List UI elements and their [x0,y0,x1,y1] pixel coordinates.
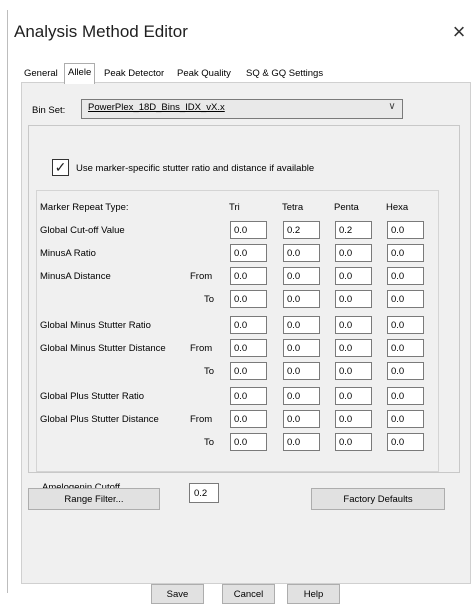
value-field[interactable]: 0.0 [335,244,372,262]
tab-general[interactable]: General [21,66,61,82]
value-field[interactable]: 0.0 [335,339,372,357]
tab-peak-detector[interactable]: Peak Detector [101,66,167,82]
row-sublabel: To [204,437,215,448]
row-sublabel: From [190,343,213,354]
value-field[interactable]: 0.0 [335,316,372,334]
value-field[interactable]: 0.0 [387,244,424,262]
value-field[interactable]: 0.0 [283,339,320,357]
value-field[interactable]: 0.0 [230,244,267,262]
row-sublabel: From [190,271,213,282]
value-field[interactable]: 0.2 [335,221,372,239]
bin-set-label: Bin Set: [32,105,66,116]
row-label: Global Minus Stutter Ratio [40,320,151,331]
value-field[interactable]: 0.0 [387,339,424,357]
title-bar: Analysis Method Editor × [8,10,475,50]
value-field[interactable]: 0.0 [230,267,267,285]
marker-settings-grid: Marker Repeat Type: Tri Tetra Penta Hexa… [36,190,439,472]
value-field[interactable]: 0.0 [283,290,320,308]
value-field[interactable]: 0.0 [335,362,372,380]
tab-allele[interactable]: Allele [64,63,96,84]
tab-sq-gq-settings[interactable]: SQ & GQ Settings [243,66,326,82]
value-field[interactable]: 0.0 [335,387,372,405]
row-label: Global Plus Stutter Distance [40,414,159,425]
stutter-checkbox-label: Use marker-specific stutter ratio and di… [76,163,315,174]
value-field[interactable]: 0.0 [387,267,424,285]
value-field[interactable]: 0.0 [387,387,424,405]
value-field[interactable]: 0.0 [387,362,424,380]
value-field[interactable]: 0.0 [230,316,267,334]
column-header: Penta [334,202,359,213]
tab-peak-quality[interactable]: Peak Quality [174,66,234,82]
stutter-checkbox[interactable]: ✓ [52,159,69,176]
allele-tab-panel: Bin Set: PowerPlex_18D_Bins_IDX_vX.x ∨ ✓… [21,82,471,584]
range-filter-button[interactable]: Range Filter... [28,488,160,510]
value-field[interactable]: 0.0 [387,433,424,451]
row-sublabel: To [204,294,215,305]
value-field[interactable]: 0.0 [283,244,320,262]
value-field[interactable]: 0.0 [230,433,267,451]
value-field[interactable]: 0.0 [283,387,320,405]
row-label: Global Cut-off Value [40,225,125,236]
save-button[interactable]: Save [151,584,204,604]
bin-set-dropdown[interactable]: PowerPlex_18D_Bins_IDX_vX.x ∨ [81,99,403,119]
row-label: MinusA Ratio [40,248,96,259]
value-field[interactable]: 0.2 [283,221,320,239]
value-field[interactable]: 0.0 [387,410,424,428]
value-field[interactable]: 0.0 [283,410,320,428]
row-label: Global Minus Stutter Distance [40,343,166,354]
chevron-down-icon[interactable]: ∨ [386,101,398,115]
analysis-method-editor-window: Analysis Method Editor × General Allele … [7,10,475,604]
value-field[interactable]: 0.0 [230,290,267,308]
value-field[interactable]: 0.0 [230,362,267,380]
value-field[interactable]: 0.0 [230,221,267,239]
value-field[interactable]: 0.0 [335,290,372,308]
value-field[interactable]: 0.0 [387,221,424,239]
help-button[interactable]: Help [287,584,340,604]
row-sublabel: From [190,414,213,425]
value-field[interactable]: 0.0 [230,410,267,428]
value-field[interactable]: 0.0 [387,290,424,308]
row-sublabel: To [204,366,215,377]
column-header: Tetra [282,202,304,213]
value-field[interactable]: 0.0 [283,433,320,451]
row-label: MinusA Distance [40,271,111,282]
close-icon[interactable]: × [448,21,470,43]
value-field[interactable]: 0.0 [335,410,372,428]
value-field[interactable]: 0.0 [230,387,267,405]
marker-repeat-type-label: Marker Repeat Type: [40,202,129,213]
value-field[interactable]: 0.0 [283,362,320,380]
stutter-settings-group: ✓ Use marker-specific stutter ratio and … [28,125,460,503]
value-field[interactable]: 0.0 [387,316,424,334]
row-label: Global Plus Stutter Ratio [40,391,145,402]
value-field[interactable]: 0.0 [335,433,372,451]
column-header: Tri [229,202,240,213]
value-field[interactable]: 0.0 [335,267,372,285]
value-field[interactable]: 0.0 [283,267,320,285]
window-title: Analysis Method Editor [14,22,188,41]
bin-set-value: PowerPlex_18D_Bins_IDX_vX.x [88,102,225,113]
value-field[interactable]: 0.0 [283,316,320,334]
value-field[interactable]: 0.0 [230,339,267,357]
amelogenin-cutoff-field[interactable]: 0.2 [189,483,219,503]
cancel-button[interactable]: Cancel [222,584,275,604]
factory-defaults-button[interactable]: Factory Defaults [311,488,445,510]
column-header: Hexa [386,202,409,213]
